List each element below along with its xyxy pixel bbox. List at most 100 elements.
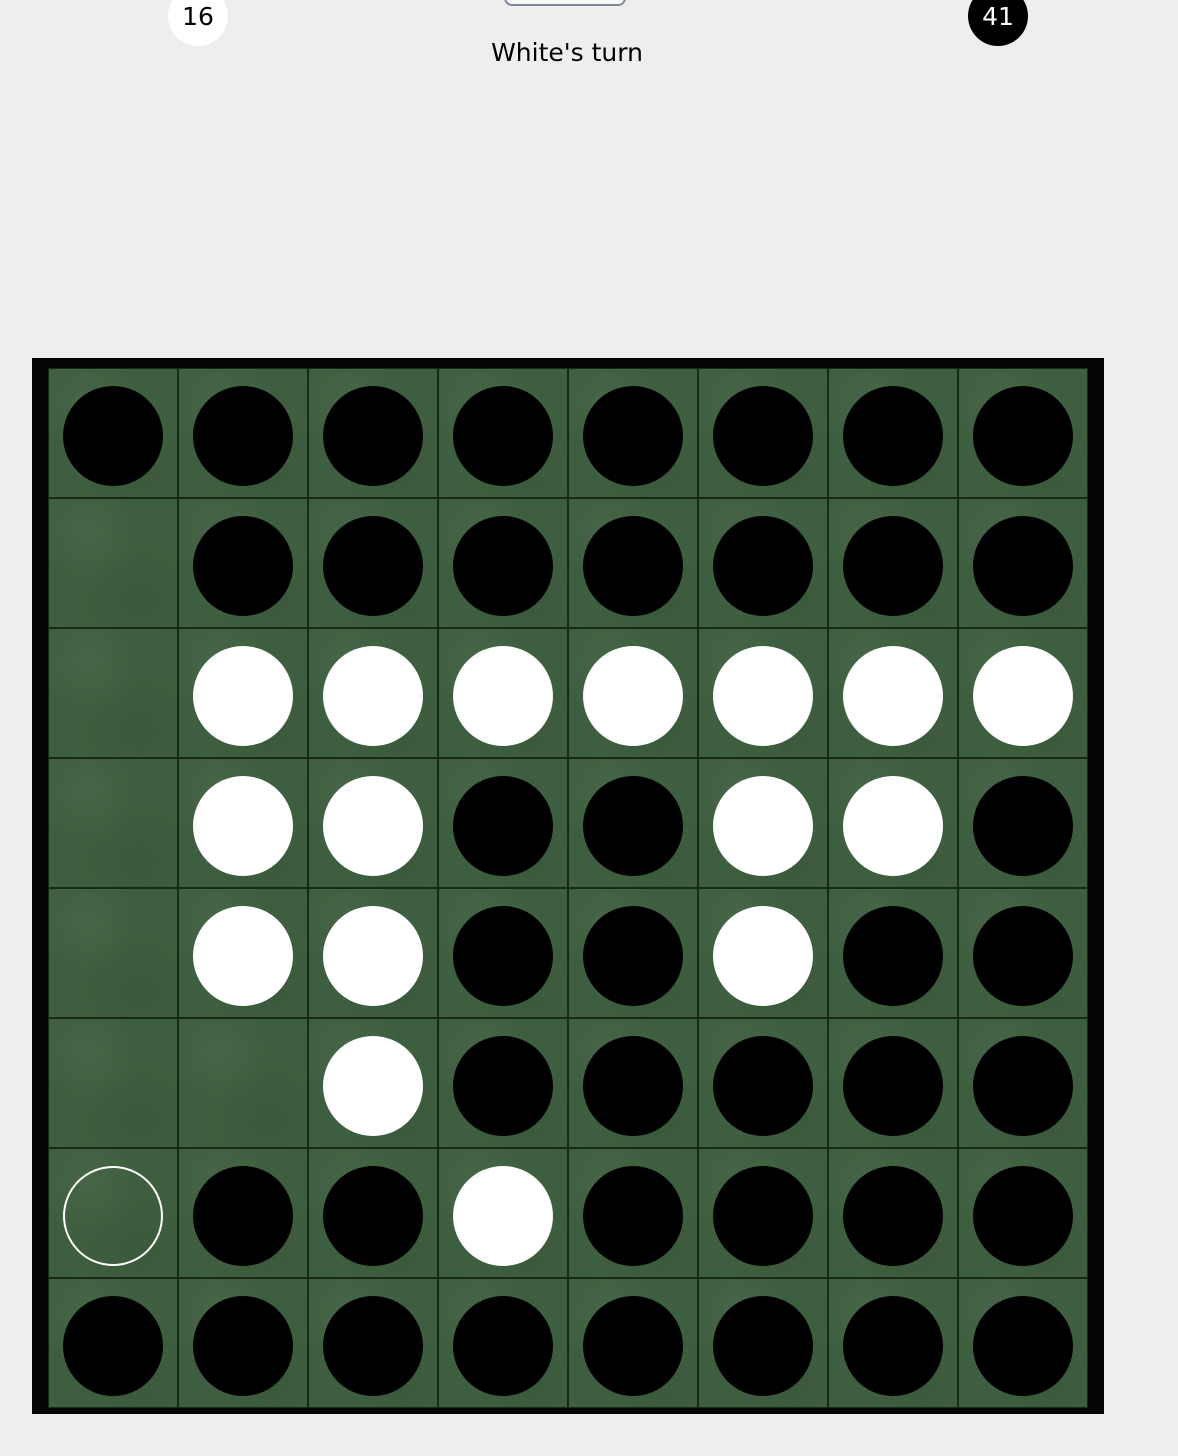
- board-cell-r6-c5[interactable]: [568, 1018, 698, 1148]
- board-cell-r3-c3[interactable]: [308, 628, 438, 758]
- board-cell-r6-c6[interactable]: [698, 1018, 828, 1148]
- board-cell-r1-c4[interactable]: [438, 368, 568, 498]
- board-cell-r5-c5[interactable]: [568, 888, 698, 1018]
- white-disc: [713, 776, 813, 876]
- board-cell-r5-c4[interactable]: [438, 888, 568, 1018]
- board-cell-r6-c7[interactable]: [828, 1018, 958, 1148]
- white-disc: [193, 776, 293, 876]
- board-cell-r7-c8[interactable]: [958, 1148, 1088, 1278]
- board-cell-r7-c5[interactable]: [568, 1148, 698, 1278]
- board-cell-r4-c1[interactable]: [48, 758, 178, 888]
- board-cell-r7-c2[interactable]: [178, 1148, 308, 1278]
- board-cell-r3-c1[interactable]: [48, 628, 178, 758]
- board-cell-r7-c6[interactable]: [698, 1148, 828, 1278]
- board-cell-r3-c6[interactable]: [698, 628, 828, 758]
- board-cell-r6-c8[interactable]: [958, 1018, 1088, 1148]
- black-disc: [453, 1036, 553, 1136]
- black-disc: [583, 776, 683, 876]
- board-cell-r4-c3[interactable]: [308, 758, 438, 888]
- black-disc: [63, 386, 163, 486]
- board-cell-r4-c6[interactable]: [698, 758, 828, 888]
- black-disc: [843, 906, 943, 1006]
- board-cell-r8-c7[interactable]: [828, 1278, 958, 1408]
- white-disc: [323, 646, 423, 746]
- board-cell-r6-c2[interactable]: [178, 1018, 308, 1148]
- black-disc: [973, 1036, 1073, 1136]
- board-cell-r2-c3[interactable]: [308, 498, 438, 628]
- board-cell-r1-c3[interactable]: [308, 368, 438, 498]
- board-cell-r8-c3[interactable]: [308, 1278, 438, 1408]
- board-cell-r8-c6[interactable]: [698, 1278, 828, 1408]
- board-cell-r5-c1[interactable]: [48, 888, 178, 1018]
- board-cell-r2-c4[interactable]: [438, 498, 568, 628]
- black-disc: [583, 1296, 683, 1396]
- board-cell-r5-c3[interactable]: [308, 888, 438, 1018]
- board-cell-r2-c7[interactable]: [828, 498, 958, 628]
- black-disc: [973, 1296, 1073, 1396]
- top-control-button[interactable]: [504, 0, 626, 6]
- white-disc: [453, 646, 553, 746]
- board-cell-r8-c2[interactable]: [178, 1278, 308, 1408]
- board-cell-r4-c7[interactable]: [828, 758, 958, 888]
- board-cell-r4-c4[interactable]: [438, 758, 568, 888]
- board-cell-r2-c5[interactable]: [568, 498, 698, 628]
- board-cell-r7-c4[interactable]: [438, 1148, 568, 1278]
- game-board: [32, 358, 1104, 1414]
- black-disc: [453, 776, 553, 876]
- board-cell-r1-c2[interactable]: [178, 368, 308, 498]
- white-disc: [973, 646, 1073, 746]
- black-disc: [583, 386, 683, 486]
- board-cell-r1-c1[interactable]: [48, 368, 178, 498]
- black-disc: [973, 1166, 1073, 1266]
- board-cell-r1-c5[interactable]: [568, 368, 698, 498]
- board-cell-r6-c4[interactable]: [438, 1018, 568, 1148]
- board-cell-r5-c8[interactable]: [958, 888, 1088, 1018]
- board-cell-r1-c7[interactable]: [828, 368, 958, 498]
- white-disc: [843, 646, 943, 746]
- board-cell-r4-c5[interactable]: [568, 758, 698, 888]
- board-cell-r7-c7[interactable]: [828, 1148, 958, 1278]
- board-cell-r8-c5[interactable]: [568, 1278, 698, 1408]
- board-cell-r3-c8[interactable]: [958, 628, 1088, 758]
- board-cell-r3-c4[interactable]: [438, 628, 568, 758]
- black-disc: [973, 776, 1073, 876]
- board-cell-r8-c1[interactable]: [48, 1278, 178, 1408]
- board-cell-r5-c2[interactable]: [178, 888, 308, 1018]
- black-disc: [713, 386, 813, 486]
- white-score-count: 16: [182, 1, 214, 31]
- valid-move-indicator[interactable]: [63, 1166, 163, 1266]
- white-disc: [193, 646, 293, 746]
- black-disc: [713, 516, 813, 616]
- board-cell-r2-c2[interactable]: [178, 498, 308, 628]
- black-disc: [453, 1296, 553, 1396]
- board-cell-r2-c1[interactable]: [48, 498, 178, 628]
- board-cell-r1-c6[interactable]: [698, 368, 828, 498]
- board-cell-r4-c8[interactable]: [958, 758, 1088, 888]
- board-cell-r4-c2[interactable]: [178, 758, 308, 888]
- black-disc: [583, 906, 683, 1006]
- black-disc: [583, 516, 683, 616]
- board-cell-r6-c1[interactable]: [48, 1018, 178, 1148]
- turn-indicator: White's turn: [491, 38, 643, 67]
- board-cell-r7-c1[interactable]: [48, 1148, 178, 1278]
- board-cell-r7-c3[interactable]: [308, 1148, 438, 1278]
- black-disc: [453, 906, 553, 1006]
- black-disc: [973, 386, 1073, 486]
- board-cell-r2-c8[interactable]: [958, 498, 1088, 628]
- white-disc: [193, 906, 293, 1006]
- black-disc: [843, 1036, 943, 1136]
- board-cell-r3-c5[interactable]: [568, 628, 698, 758]
- board-cell-r3-c2[interactable]: [178, 628, 308, 758]
- black-disc: [323, 1296, 423, 1396]
- board-cell-r8-c4[interactable]: [438, 1278, 568, 1408]
- board-cell-r1-c8[interactable]: [958, 368, 1088, 498]
- black-disc: [453, 516, 553, 616]
- board-cell-r3-c7[interactable]: [828, 628, 958, 758]
- board-cell-r6-c3[interactable]: [308, 1018, 438, 1148]
- black-disc: [843, 516, 943, 616]
- board-cell-r5-c7[interactable]: [828, 888, 958, 1018]
- black-disc: [323, 516, 423, 616]
- board-cell-r8-c8[interactable]: [958, 1278, 1088, 1408]
- board-cell-r5-c6[interactable]: [698, 888, 828, 1018]
- board-cell-r2-c6[interactable]: [698, 498, 828, 628]
